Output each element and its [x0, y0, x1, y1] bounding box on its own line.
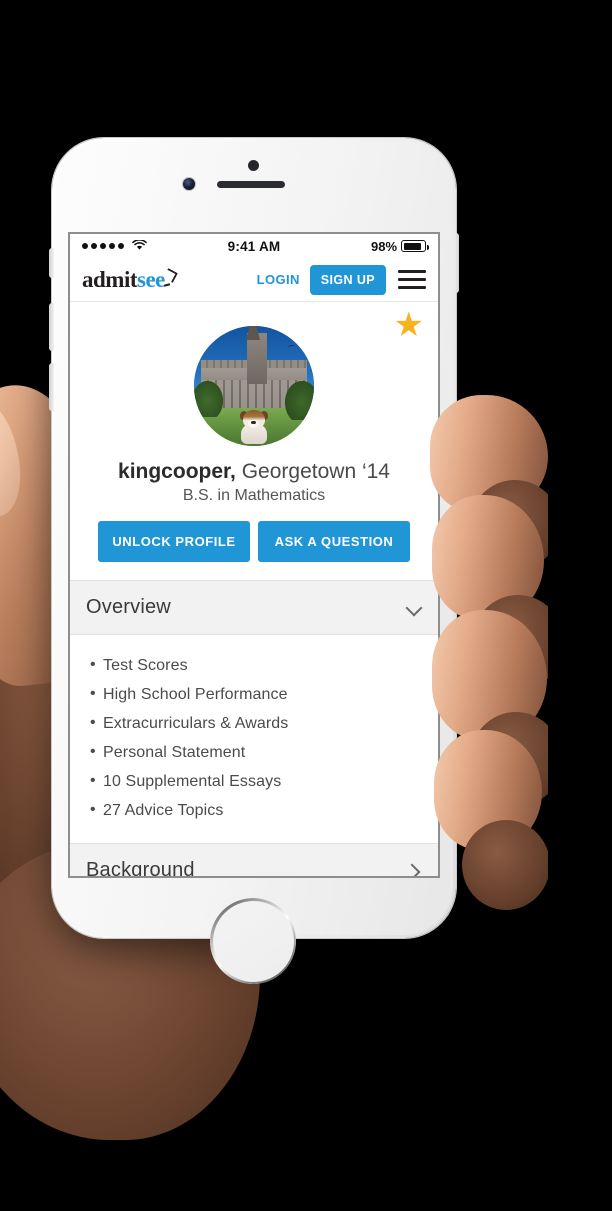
list-item[interactable]: Personal Statement [90, 738, 418, 767]
avatar-tree-left [194, 381, 223, 418]
screenshot-stage: 9:41 AM 98% admit see LOGIN SIGN UP ★ ki… [0, 0, 612, 1211]
hand-knuckle-4 [462, 820, 550, 910]
avatar-bulldog [239, 409, 269, 444]
chevron-right-icon[interactable] [406, 863, 422, 877]
admitsee-logo[interactable]: admit see [82, 267, 174, 293]
avatar-tower [246, 333, 268, 384]
earpiece-speaker [217, 181, 285, 188]
section-title-overview: Overview [86, 596, 171, 618]
wifi-icon [132, 238, 147, 254]
phone-body: 9:41 AM 98% admit see LOGIN SIGN UP ★ ki… [49, 138, 459, 984]
list-item[interactable]: 27 Advice Topics [90, 796, 418, 825]
home-button[interactable] [210, 898, 296, 984]
profile-name-line: kingcooper, Georgetown ‘14 [84, 460, 424, 484]
section-title-background: Background [86, 859, 195, 876]
profile-school: Georgetown ‘14 [241, 460, 390, 483]
profile-username: kingcooper, [118, 460, 236, 483]
power-button[interactable] [454, 233, 459, 293]
profile-header: ★ kingcooper, Georgetown ‘14 B.S. in Mat… [70, 302, 438, 580]
background-mask-right [548, 330, 612, 970]
list-item[interactable]: Extracurriculars & Awards [90, 709, 418, 738]
chevron-down-icon[interactable] [406, 600, 422, 616]
signup-button[interactable]: SIGN UP [309, 264, 386, 295]
unlock-profile-button[interactable]: UNLOCK PROFILE [98, 521, 250, 562]
status-bar: 9:41 AM 98% [70, 234, 438, 258]
battery-icon [401, 240, 430, 252]
ask-a-question-button[interactable]: ASK A QUESTION [258, 521, 410, 562]
section-header-overview[interactable]: Overview [70, 580, 438, 635]
list-item[interactable]: High School Performance [90, 680, 418, 709]
profile-actions: UNLOCK PROFILE ASK A QUESTION [84, 505, 424, 580]
volume-down-button[interactable] [49, 363, 54, 411]
phone-screen: 9:41 AM 98% admit see LOGIN SIGN UP ★ ki… [70, 234, 438, 876]
status-bar-left [82, 238, 228, 254]
list-item[interactable]: Test Scores [90, 651, 418, 680]
hand-knuckle-2 [472, 595, 564, 690]
proximity-sensor [248, 160, 259, 171]
avatar-spire [246, 326, 261, 341]
app-navbar: admit see LOGIN SIGN UP [70, 258, 438, 302]
hand-thumbnail [0, 392, 30, 524]
hand-knuckle-1 [470, 480, 560, 570]
star-icon[interactable]: ★ [394, 308, 424, 342]
logo-text-admit: admit [82, 266, 138, 292]
front-camera [183, 178, 195, 190]
signal-strength-icon [82, 243, 124, 249]
battery-percent-label: 98% [370, 238, 398, 254]
check-mark-icon [163, 269, 174, 287]
status-bar-right: 98% [280, 238, 430, 254]
avatar [194, 326, 314, 446]
avatar-tree-right [285, 381, 314, 420]
logo-text-see: see [137, 266, 165, 292]
volume-up-button[interactable] [49, 303, 54, 351]
hamburger-menu-icon[interactable] [398, 270, 426, 289]
status-bar-clock: 9:41 AM [227, 238, 281, 254]
section-header-background[interactable]: Background [70, 843, 438, 876]
hand-knuckle-3 [470, 712, 562, 807]
login-link[interactable]: LOGIN [257, 272, 300, 287]
silent-switch[interactable] [49, 248, 54, 278]
profile-degree: B.S. in Mathematics [182, 487, 326, 504]
section-body-overview: Test Scores High School Performance Extr… [70, 635, 438, 843]
list-item[interactable]: 10 Supplemental Essays [90, 767, 418, 796]
